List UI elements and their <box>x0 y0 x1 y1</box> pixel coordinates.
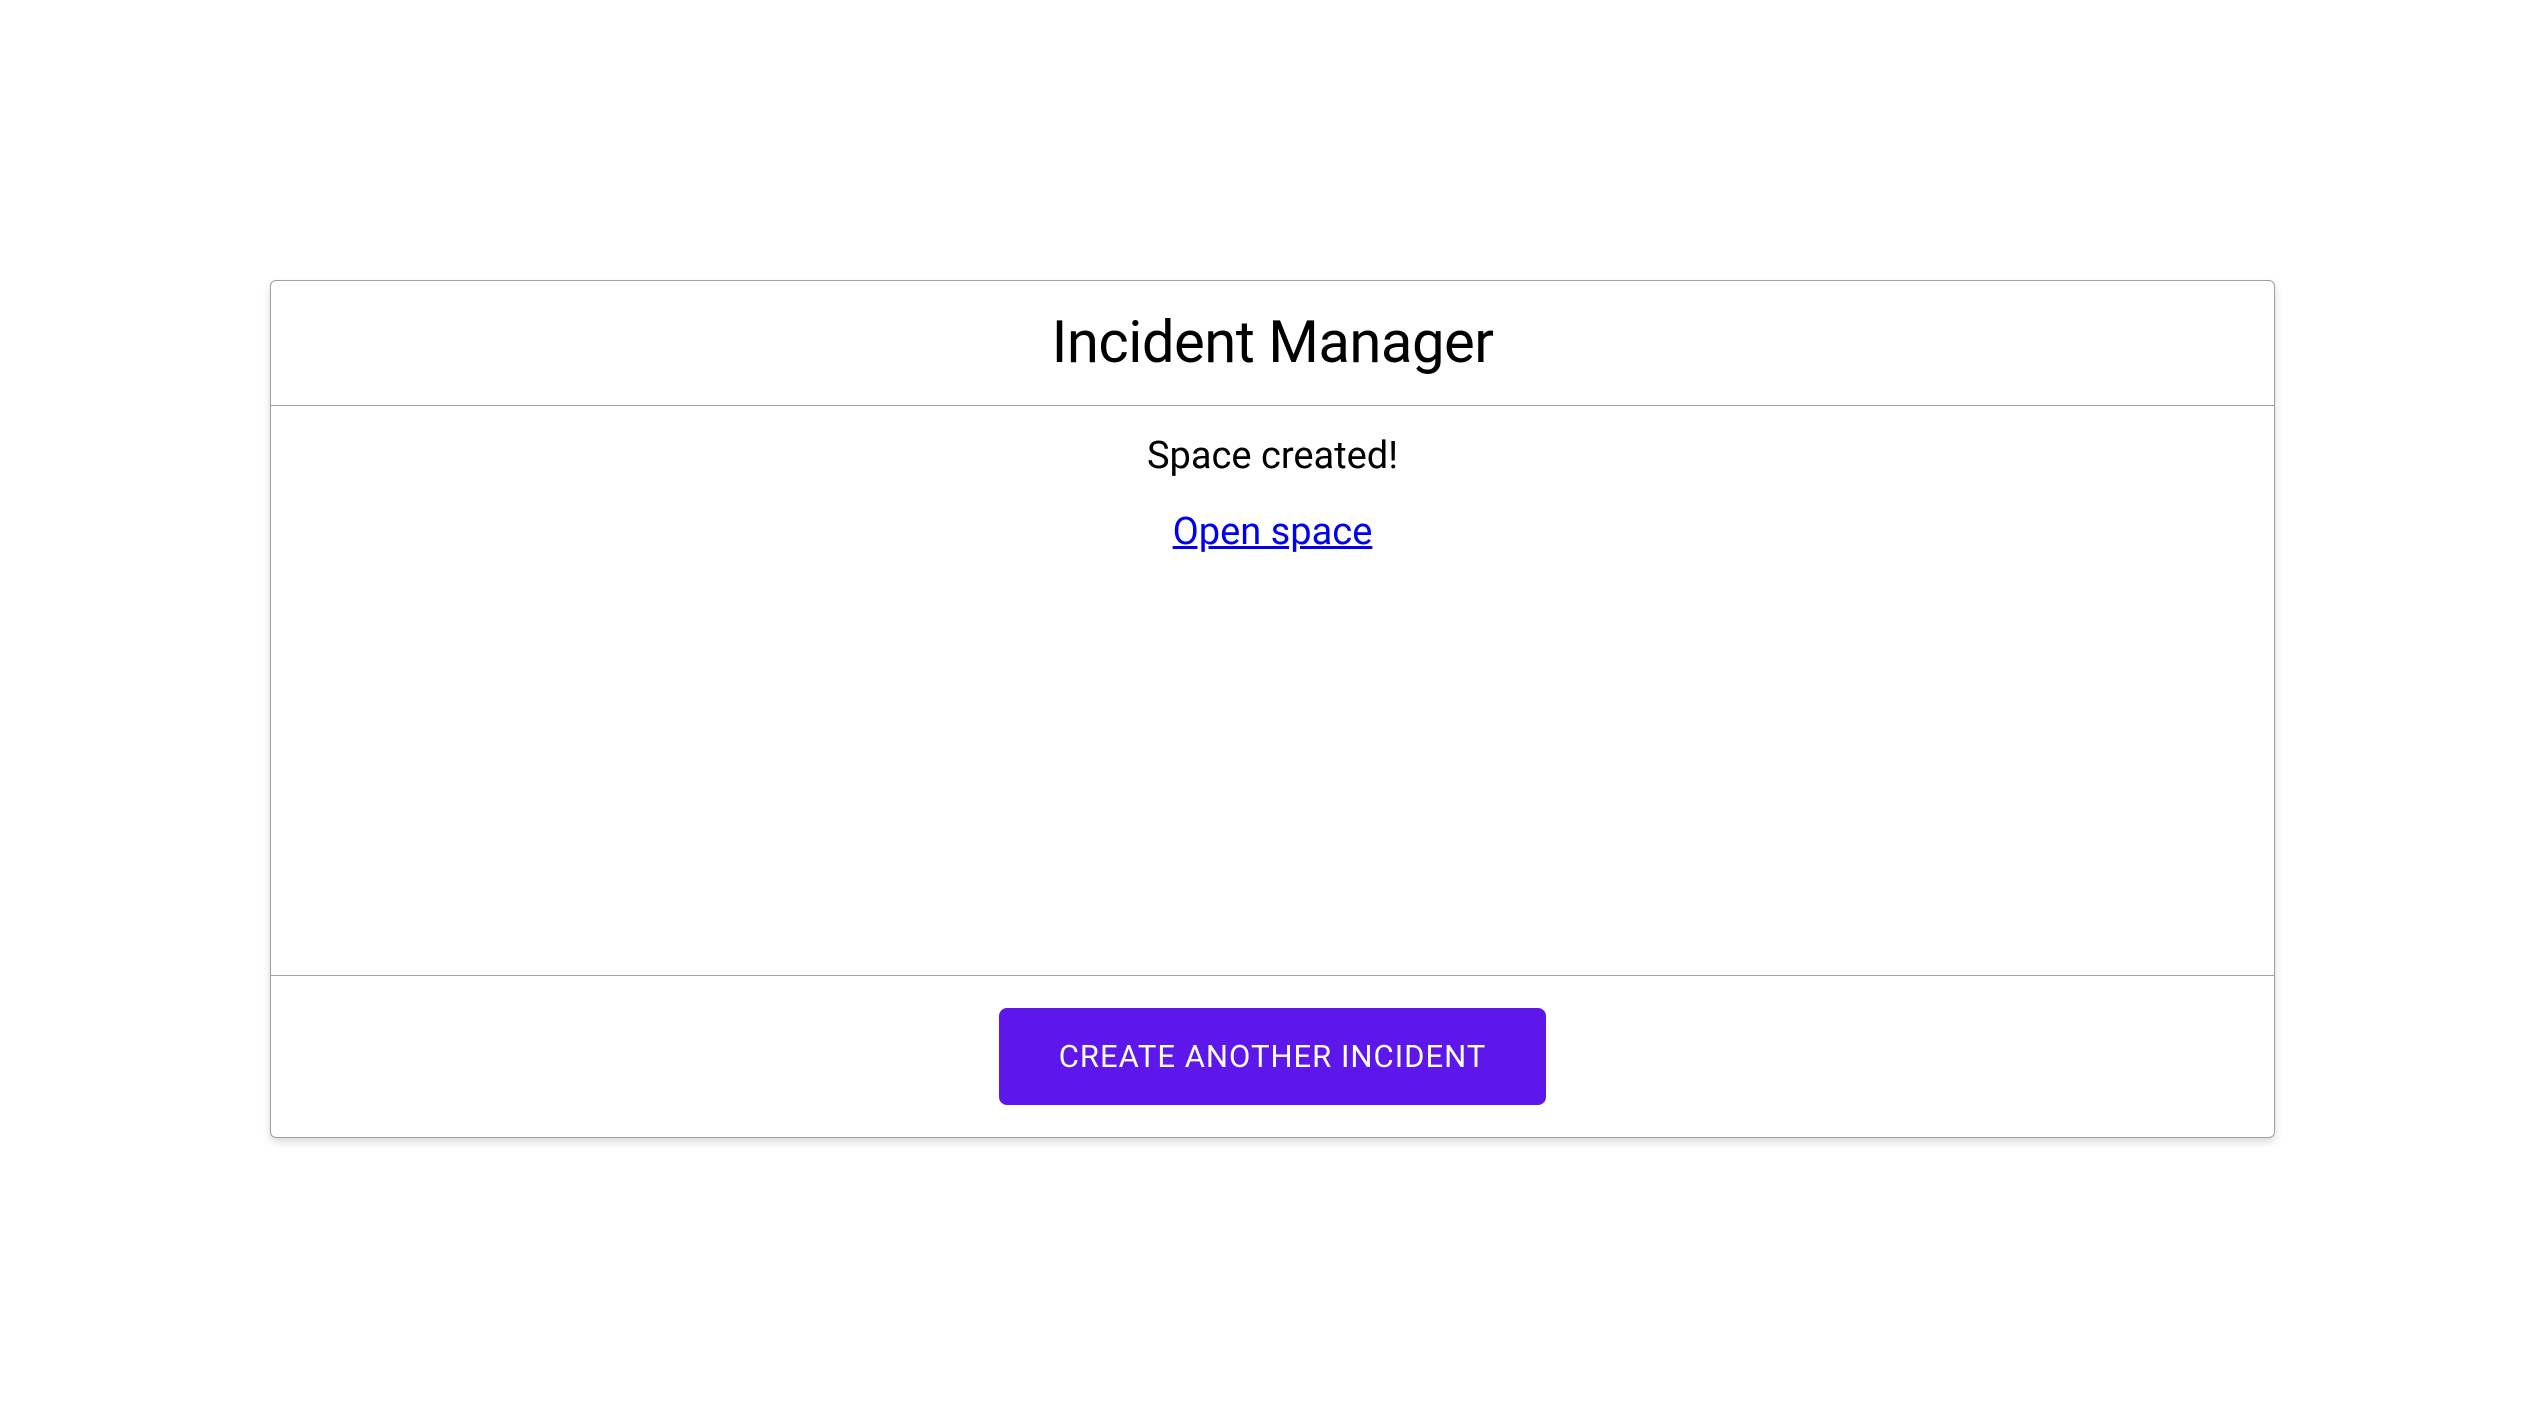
card-header: Incident Manager <box>271 281 2274 406</box>
open-space-link[interactable]: Open space <box>1173 510 1373 554</box>
page-title: Incident Manager <box>291 309 2254 377</box>
status-message: Space created! <box>1147 434 1398 478</box>
card-body: Space created! Open space <box>271 406 2274 976</box>
card-footer: CREATE ANOTHER INCIDENT <box>271 976 2274 1137</box>
create-another-incident-button[interactable]: CREATE ANOTHER INCIDENT <box>999 1008 1547 1105</box>
incident-manager-card: Incident Manager Space created! Open spa… <box>270 280 2275 1138</box>
